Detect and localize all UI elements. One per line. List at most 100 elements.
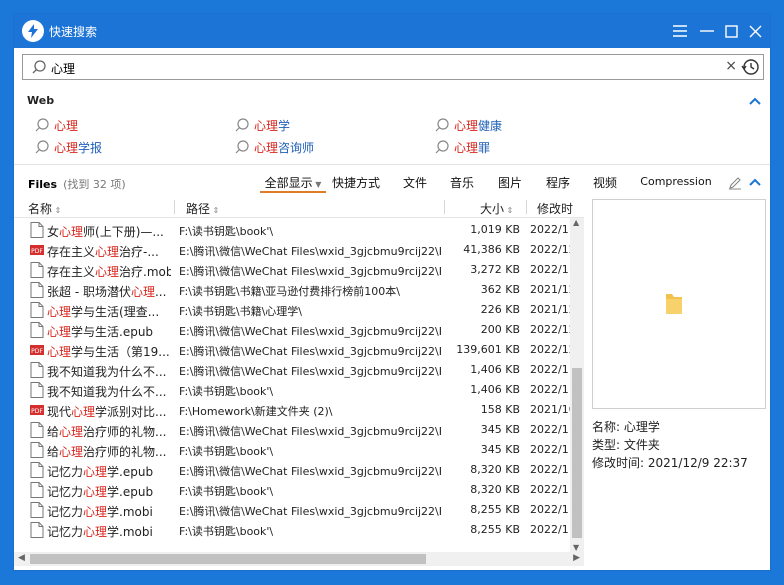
document-file-icon xyxy=(30,262,44,278)
sort-icon: ⇕ xyxy=(504,206,514,215)
horizontal-scroll-thumb[interactable] xyxy=(30,554,426,564)
table-row[interactable]: 心理学与生活(理查... F:\读书钥匙\书籍\心理学\ 226 KB 2021/12 xyxy=(14,300,572,320)
file-name-prefix: 记忆力 xyxy=(47,525,84,539)
table-row[interactable]: 心理学与生活.epub E:\腾讯\微信\WeChat Files\wxid_3g… xyxy=(14,320,572,340)
column-name-label: 名称 xyxy=(28,202,53,216)
table-row[interactable]: 记忆力心理学.mobi F:\读书钥匙\book'\ 8,255 KB 2022/11 xyxy=(14,520,572,540)
scroll-up-icon[interactable]: ▲ xyxy=(573,218,579,227)
tab-music[interactable]: 音乐 xyxy=(444,174,480,193)
table-row[interactable]: 记忆力心理学.epub E:\腾讯\微信\WeChat Files\wxid_3g… xyxy=(14,460,572,480)
table-row[interactable]: 女心理师(上下册)—... F:\读书钥匙\book'\ 1,019 KB 2022/… xyxy=(14,220,572,240)
table-row[interactable]: 我不知道我为什么不... F:\读书钥匙\book'\ 1,406 KB 2022/1… xyxy=(14,380,572,400)
column-separator[interactable] xyxy=(526,200,527,214)
file-name-prefix: 张超 - 职场潜伏 xyxy=(47,285,131,299)
web-suggestion-3[interactable]: 心理 健康 xyxy=(434,116,502,134)
file-name-prefix: 给 xyxy=(47,445,60,459)
table-row[interactable]: PDF 心理学与生活（第19... E:\腾讯\微信\WeChat Files\wx… xyxy=(14,340,572,360)
column-size[interactable]: 大小 ⇕ xyxy=(480,200,513,217)
file-name-highlight: 心理 xyxy=(130,285,155,299)
table-row[interactable]: PDF 现代心理学派别对比... F:\Homework\新建文件夹 (2)\ 158… xyxy=(14,400,572,420)
file-path: F:\读书钥匙\book'\ xyxy=(179,445,274,458)
file-size: 1,406 KB xyxy=(470,383,520,396)
menu-icon[interactable] xyxy=(669,20,691,42)
collapse-files-icon[interactable] xyxy=(748,177,762,187)
file-name: 记忆力心理学.mobi xyxy=(47,503,171,520)
file-modified: 2022/12 xyxy=(530,323,572,336)
file-name: 我不知道我为什么不... xyxy=(47,363,171,380)
file-name-highlight: 心理 xyxy=(83,465,108,479)
tab-pictures[interactable]: 图片 xyxy=(480,174,540,193)
file-name-highlight: 心理 xyxy=(71,405,96,419)
web-suggestion-4[interactable]: 心理 学报 xyxy=(34,138,102,156)
web-suggestion-2[interactable]: 心理学 xyxy=(234,116,290,134)
file-name-suffix: 治疗师的礼物... xyxy=(83,445,167,459)
table-row[interactable]: 记忆力心理学.epub F:\读书钥匙\book'\ 8,320 KB 2022/11 xyxy=(14,480,572,500)
tab-shortcuts[interactable]: 快捷方式 xyxy=(326,174,386,193)
file-path: E:\腾讯\微信\WeChat Files\wxid_3gjcbmu9rcij2… xyxy=(179,365,441,378)
tab-compression[interactable]: Compression xyxy=(634,174,718,193)
svg-text:PDF: PDF xyxy=(31,348,43,355)
tab-label: 全部显示 xyxy=(264,176,313,190)
web-suggestion-6[interactable]: 心理罪 xyxy=(434,138,490,156)
minimize-icon[interactable] xyxy=(696,20,718,42)
table-row[interactable]: 给心理治疗师的礼物... E:\腾讯\微信\WeChat Files\wxid_3… xyxy=(14,420,572,440)
file-name-suffix: 学.epub xyxy=(107,485,154,499)
tab-files[interactable]: 文件 xyxy=(386,174,444,193)
document-file-icon xyxy=(30,302,44,318)
files-section-title: Files (找到 32 项) xyxy=(28,176,126,192)
file-modified: 2022/11 xyxy=(530,363,572,376)
file-name-suffix: 师(上下册)—... xyxy=(83,225,164,239)
file-modified: 2022/12 xyxy=(530,243,572,256)
file-modified: 2022/12 xyxy=(530,343,572,356)
document-file-icon xyxy=(30,322,44,338)
web-suggestion-5[interactable]: 心理 咨询师 xyxy=(234,138,314,156)
vertical-scroll-thumb[interactable] xyxy=(572,368,582,538)
file-size: 3,272 KB xyxy=(470,263,520,276)
scroll-left-icon[interactable]: ◀ xyxy=(18,553,25,563)
column-path[interactable]: 路径 ⇕ xyxy=(186,200,219,217)
file-name-prefix: 存在主义 xyxy=(47,245,96,259)
column-modified[interactable]: 修改时 xyxy=(537,200,573,217)
file-name-suffix: 学与生活(理查... xyxy=(71,305,160,319)
table-row[interactable]: 记忆力心理学.mobi E:\腾讯\微信\WeChat Files\wxid_3g… xyxy=(14,500,572,520)
history-icon[interactable] xyxy=(739,57,761,77)
vertical-scrollbar[interactable]: ▲ ▼ xyxy=(570,218,584,552)
document-file-icon xyxy=(30,442,44,458)
window-title: 快速搜索 xyxy=(49,25,98,39)
close-icon[interactable] xyxy=(744,20,766,42)
document-file-icon xyxy=(30,362,44,378)
search-input[interactable]: 心理 xyxy=(51,60,75,77)
edit-filter-icon[interactable] xyxy=(728,176,742,190)
sort-icon: ⇕ xyxy=(52,206,62,215)
table-row[interactable]: 存在主义心理治疗.mobi E:\腾讯\微信\WeChat Files\wxid_… xyxy=(14,260,572,280)
search-box[interactable]: 心理 × xyxy=(22,54,764,80)
file-path: F:\读书钥匙\书籍\心理学\ xyxy=(179,305,303,318)
maximize-icon[interactable] xyxy=(720,20,742,42)
file-name: 张超 - 职场潜伏心理... xyxy=(47,283,171,300)
web-suggestion-1[interactable]: 心理 xyxy=(34,116,78,134)
table-row[interactable]: PDF 存在主义心理治疗-... E:\腾讯\微信\WeChat Files\wxi… xyxy=(14,240,572,260)
title-bar: 快速搜索 xyxy=(14,14,770,48)
file-name-highlight: 心理 xyxy=(47,345,72,359)
scroll-down-icon[interactable]: ▼ xyxy=(573,543,579,552)
tab-all[interactable]: 全部显示 ▼ xyxy=(260,174,326,193)
search-icon xyxy=(35,118,49,132)
file-name-prefix: 我不知道我为什么不... xyxy=(47,385,167,399)
column-separator[interactable] xyxy=(174,200,175,214)
clear-search-icon[interactable]: × xyxy=(725,58,737,74)
scroll-right-icon[interactable]: ▶ xyxy=(573,553,580,563)
column-separator[interactable] xyxy=(444,200,445,214)
search-icon xyxy=(435,118,449,132)
table-row[interactable]: 张超 - 职场潜伏心理... F:\读书钥匙\书籍\亚马逊付费排行榜前100本\ 3… xyxy=(14,280,572,300)
table-row[interactable]: 给心理治疗师的礼物... F:\读书钥匙\book'\ 345 KB 2022/11 xyxy=(14,440,572,460)
tab-videos[interactable]: 视频 xyxy=(576,174,634,193)
column-header: 名称 ⇕ 路径 ⇕ 大小 ⇕ 修改时 xyxy=(14,198,584,218)
tab-programs[interactable]: 程序 xyxy=(540,174,576,193)
table-row[interactable]: 我不知道我为什么不... E:\腾讯\微信\WeChat Files\wxid_3… xyxy=(14,360,572,380)
column-name[interactable]: 名称 ⇕ xyxy=(28,200,61,217)
pdf-file-icon: PDF xyxy=(30,245,44,255)
collapse-web-icon[interactable] xyxy=(748,96,762,106)
horizontal-scrollbar[interactable]: ◀ ▶ xyxy=(14,552,584,566)
document-file-icon xyxy=(30,222,44,238)
file-modified: 2021/12 xyxy=(530,303,572,316)
